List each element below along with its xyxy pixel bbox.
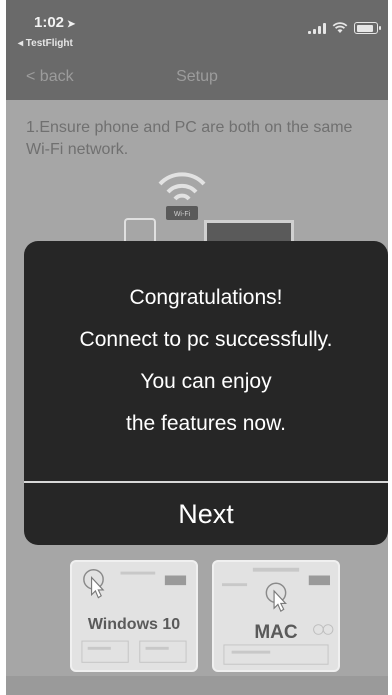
dialog-line-1: Congratulations! xyxy=(129,286,283,309)
mac-label: MAC xyxy=(254,622,298,643)
dialog-line-3: You can enjoy xyxy=(140,370,272,393)
mac-setup-illustration xyxy=(222,567,334,665)
dialog-message: Congratulations! Connect to pc successfu… xyxy=(24,277,388,445)
wifi-tag-label: Wi-Fi xyxy=(174,211,191,218)
wifi-icon: Wi-Fi xyxy=(158,172,206,220)
hand-pointer-icon xyxy=(90,575,105,599)
success-dialog: Congratulations! Connect to pc successfu… xyxy=(24,241,388,545)
location-arrow-icon: ➤ xyxy=(67,19,76,30)
step-instruction: 1.Ensure phone and PC are both on the sa… xyxy=(26,119,353,158)
page-title: Setup xyxy=(176,68,218,85)
status-time: 1:02 ➤ xyxy=(34,14,76,31)
dialog-line-2: Connect to pc successfully. xyxy=(79,328,333,351)
back-to-testflight[interactable]: ◂ TestFlight xyxy=(18,38,73,49)
app-screen: 1:02 ➤ ◂ TestFlight < back Setup 1.Ensure… xyxy=(6,0,388,695)
dialog-line-4: the features now. xyxy=(126,412,286,435)
windows-label: Windows 10 xyxy=(87,616,181,633)
status-icons xyxy=(308,22,381,34)
top-bar: 1:02 ➤ ◂ TestFlight < back Setup xyxy=(6,0,388,100)
hand-pointer-icon xyxy=(273,589,287,613)
bottom-area xyxy=(6,676,388,695)
battery-icon xyxy=(354,22,381,34)
signal-icon xyxy=(308,22,326,34)
windows-option-card[interactable]: Windows 10 xyxy=(70,560,198,672)
mac-option-card[interactable]: MAC xyxy=(212,560,340,672)
next-button[interactable]: Next xyxy=(24,483,388,545)
wifi-status-icon xyxy=(332,22,348,33)
